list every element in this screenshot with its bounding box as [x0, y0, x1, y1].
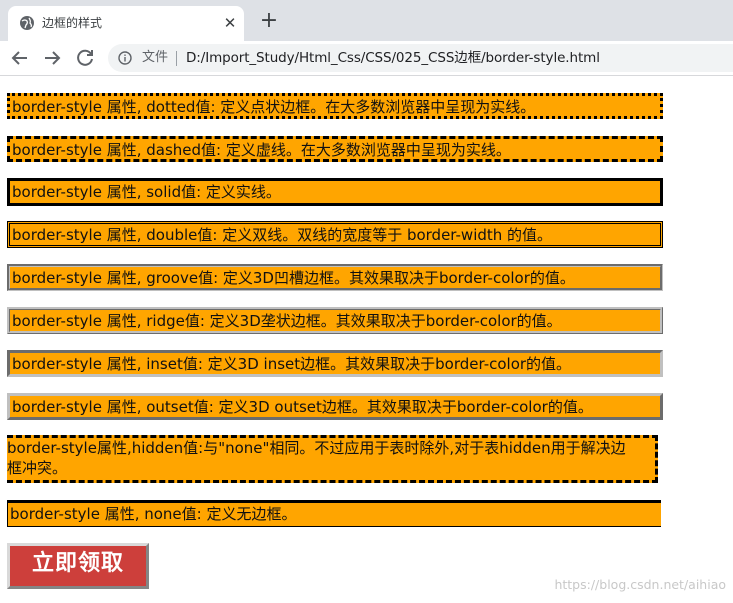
- claim-now-button[interactable]: 立即领取: [7, 543, 149, 589]
- ridge-text: border-style 属性, ridge值: 定义3D垄状边框。其效果取决于…: [12, 312, 562, 330]
- file-scheme-label: 文件: [142, 50, 169, 65]
- inset-border-box: border-style 属性, inset值: 定义3D inset边框。其效…: [7, 350, 663, 377]
- browser-tab[interactable]: 边框的样式 ✕: [8, 6, 244, 41]
- double-border-box: border-style 属性, double值: 定义双线。双线的宽度等于 b…: [7, 221, 663, 248]
- info-icon[interactable]: [118, 51, 132, 65]
- ridge-border-box: border-style 属性, ridge值: 定义3D垄状边框。其效果取决于…: [7, 307, 663, 334]
- outset-text: border-style 属性, outset值: 定义3D outset边框。…: [12, 398, 593, 416]
- hidden-border-box: border-style属性,hidden值:与"none"相同。不过应用于表时…: [7, 435, 658, 483]
- back-arrow-icon[interactable]: [8, 46, 32, 70]
- dashed-border-box: border-style 属性, dashed值: 定义虚线。在大多数浏览器中呈…: [7, 136, 663, 162]
- double-text: border-style 属性, double值: 定义双线。双线的宽度等于 b…: [12, 226, 553, 244]
- close-icon[interactable]: ✕: [222, 15, 238, 31]
- new-tab-button[interactable]: +: [258, 10, 280, 32]
- groove-border-box: border-style 属性, groove值: 定义3D凹槽边框。其效果取决…: [7, 264, 663, 291]
- page-content: border-style 属性, dotted值: 定义点状边框。在大多数浏览器…: [0, 76, 733, 603]
- none-text: border-style 属性, none值: 定义无边框。: [10, 505, 297, 523]
- inset-text: border-style 属性, inset值: 定义3D inset边框。其效…: [12, 355, 572, 373]
- dashed-text: border-style 属性, dashed值: 定义虚线。在大多数浏览器中呈…: [12, 141, 511, 159]
- address-bar[interactable]: 文件 D:/Import_Study/Html_Css/CSS/025_CSS边…: [108, 44, 733, 72]
- watermark: https://blog.csdn.net/aihiao: [554, 577, 726, 592]
- none-border-box: border-style 属性, none值: 定义无边框。: [7, 500, 661, 527]
- globe-icon: [20, 16, 34, 30]
- address-separator: [176, 51, 177, 66]
- solid-border-box: border-style 属性, solid值: 定义实线。: [7, 178, 663, 206]
- url-text[interactable]: D:/Import_Study/Html_Css/CSS/025_CSS边框/b…: [186, 50, 600, 66]
- outset-border-box: border-style 属性, outset值: 定义3D outset边框。…: [7, 393, 663, 420]
- forward-arrow-icon[interactable]: [40, 46, 64, 70]
- tab-title: 边框的样式: [42, 16, 103, 30]
- browser-toolbar: 文件 D:/Import_Study/Html_Css/CSS/025_CSS边…: [0, 41, 733, 76]
- dotted-text: border-style 属性, dotted值: 定义点状边框。在大多数浏览器…: [12, 98, 536, 116]
- reload-icon[interactable]: [73, 46, 97, 70]
- solid-text: border-style 属性, solid值: 定义实线。: [12, 183, 281, 201]
- groove-text: border-style 属性, groove值: 定义3D凹槽边框。其效果取决…: [12, 269, 575, 287]
- hidden-text-line-1: border-style属性,hidden值:与"none"相同。不过应用于表时…: [7, 439, 626, 457]
- tab-strip: 边框的样式 ✕ +: [0, 0, 733, 41]
- hidden-text-line-2: 框冲突。: [7, 459, 68, 477]
- dotted-border-box: border-style 属性, dotted值: 定义点状边框。在大多数浏览器…: [7, 93, 663, 119]
